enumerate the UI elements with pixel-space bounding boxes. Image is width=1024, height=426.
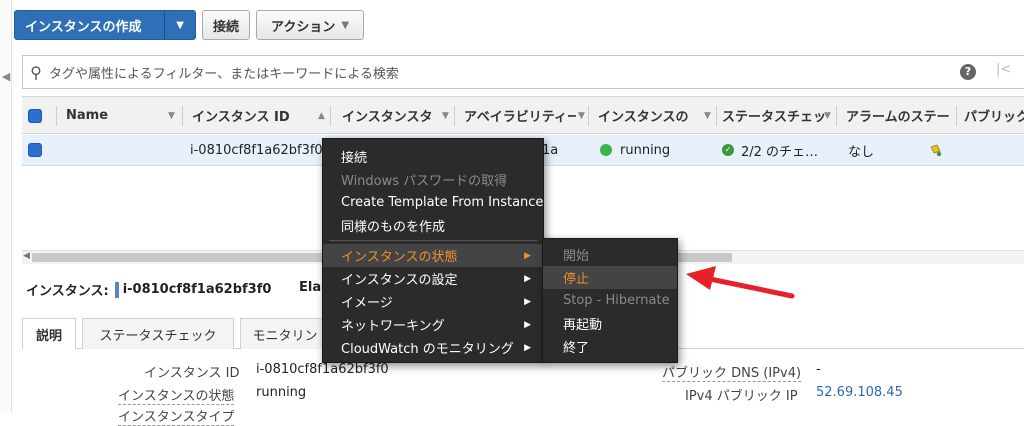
chevron-down-icon[interactable]: ▼ [164, 11, 195, 39]
column-instance-id-label: インスタンス ID [192, 110, 290, 125]
label-public-ip: IPv4 パブリック IP [685, 389, 798, 404]
column-alarm-label: アラームのステー [846, 110, 950, 125]
create-instance-button[interactable]: インスタンスの作成 ▼ [14, 10, 196, 40]
menu-item-instance-state-label: インスタンスの状態 [341, 250, 458, 265]
tab-description[interactable]: 説明 [22, 318, 76, 349]
sort-icon[interactable]: ▼ [578, 97, 585, 134]
column-name-label: Name [66, 108, 109, 123]
menu-item-connect[interactable]: 接続 [323, 145, 543, 168]
cell-status-check: ✓ 2/2 のチェ… [722, 135, 818, 165]
column-instance-type-label: インスタンスタ [342, 110, 433, 125]
menu-item-networking[interactable]: ネットワーキング ▶ [323, 313, 543, 336]
instance-state-submenu: 開始 停止 Stop - Hibernate 再起動 終了 [542, 238, 678, 363]
menu-item-cloudwatch-label: CloudWatch のモニタリング [341, 342, 514, 357]
sort-icon[interactable]: ▼ [442, 97, 449, 134]
menu-item-image[interactable]: イメージ ▶ [323, 290, 543, 313]
menu-item-windows-password: Windows パスワードの取得 [341, 174, 508, 189]
menu-item-instance-settings-label: インスタンスの設定 [341, 273, 458, 288]
submenu-item-start: 開始 [563, 249, 590, 264]
check-icon: ✓ [722, 144, 734, 156]
menu-item-create-template[interactable]: Create Template From Instance [323, 191, 543, 214]
menu-item-cloudwatch[interactable]: CloudWatch のモニタリング ▶ [323, 336, 543, 359]
actions-button[interactable]: アクション ▼ [256, 10, 364, 40]
cell-state-label: running [620, 142, 671, 158]
submenu-item-terminate[interactable]: 終了 [543, 335, 677, 358]
column-header-instance-type[interactable]: インスタンスタ [342, 97, 450, 134]
detail-instance-id: i-0810cf8f1a62bf3f0 [122, 282, 272, 297]
column-status-check-label: ステータスチェッ [722, 110, 827, 125]
search-icon: ⚲ [30, 62, 42, 82]
menu-item-launch-more-like-this[interactable]: 同様のものを作成 [323, 214, 543, 237]
collapse-left-icon[interactable]: ◀ [0, 70, 12, 83]
cell-state: running [600, 135, 670, 165]
menu-item-instance-state[interactable]: インスタンスの状態 ▶ [323, 244, 543, 267]
sort-icon[interactable]: ▼ [704, 97, 711, 134]
submenu-arrow-icon: ▶ [524, 319, 531, 330]
label-instance-type: インスタンスタイプ [118, 406, 235, 426]
tab-monitoring[interactable]: モニタリン [240, 318, 330, 349]
context-menu: 接続 Windows パスワードの取得 Create Template From… [322, 138, 544, 363]
table-header: Name ▼ インスタンス ID ▲ インスタンスタ ▼ アベイラビリティー ▼… [22, 96, 1024, 134]
column-public-label: パブリック [964, 110, 1024, 125]
value-instance-id: i-0810cf8f1a62bf3f0 [256, 362, 389, 377]
sort-ascending-icon[interactable]: ▲ [318, 97, 325, 134]
column-az-label: アベイラビリティー [464, 110, 576, 125]
submenu-item-stop[interactable]: 停止 [543, 266, 677, 289]
cell-status-check-label: 2/2 のチェ… [741, 144, 819, 160]
tab-status-check[interactable]: ステータスチェック [82, 318, 234, 349]
column-header-alarm[interactable]: アラームのステー [846, 97, 956, 134]
running-status-icon [600, 144, 612, 156]
cell-alarm: なし [848, 144, 875, 160]
column-header-public[interactable]: パブリック [964, 97, 1024, 134]
sort-icon[interactable]: ▼ [824, 97, 831, 134]
submenu-item-stop-hibernate: Stop - Hibernate [563, 293, 670, 308]
cell-instance-id: i-0810cf8f1a62bf3f0 [190, 142, 323, 158]
submenu-arrow-icon: ▶ [524, 273, 531, 284]
detail-title: インスタンス: i-0810cf8f1a62bf3f0 [26, 280, 271, 299]
cell-az: 1a [542, 142, 559, 158]
side-panel-toggle[interactable]: ◀ [0, 0, 12, 413]
detail-title-label: インスタンス: [26, 284, 109, 299]
first-page-icon[interactable]: |< [996, 62, 1011, 77]
help-icon[interactable]: ? [960, 64, 976, 80]
label-instance-id: インスタンス ID [144, 366, 240, 381]
chevron-down-icon: ▼ [341, 19, 350, 31]
column-header-az[interactable]: アベイラビリティー [464, 97, 576, 134]
column-state-label: インスタンスの [598, 110, 689, 125]
scroll-left-icon[interactable]: ◀ [23, 251, 30, 261]
row-checkbox[interactable] [28, 135, 42, 165]
select-all-checkbox[interactable] [28, 97, 42, 134]
instance-color-bar [114, 281, 119, 298]
submenu-arrow-icon: ▶ [524, 342, 531, 353]
column-header-instance-id[interactable]: インスタンス ID [192, 97, 322, 134]
menu-item-networking-label: ネットワーキング [341, 319, 445, 334]
column-header-status-check[interactable]: ステータスチェッ [722, 97, 836, 134]
annotation-arrow-icon [686, 266, 795, 299]
sort-icon[interactable]: ▼ [168, 97, 175, 134]
submenu-item-reboot[interactable]: 再起動 [543, 312, 677, 335]
alarm-bell-icon[interactable] [928, 135, 942, 165]
menu-item-image-label: イメージ [341, 296, 393, 311]
submenu-arrow-icon: ▶ [524, 250, 531, 261]
menu-item-instance-settings[interactable]: インスタンスの設定 ▶ [323, 267, 543, 290]
search-input[interactable]: ⚲ タグや属性によるフィルター、またはキーワードによる検索 [22, 55, 1024, 89]
label-public-dns: パブリック DNS (IPv4) [662, 362, 802, 382]
submenu-arrow-icon: ▶ [524, 296, 531, 307]
value-public-ip[interactable]: 52.69.108.45 [816, 385, 903, 400]
connect-button[interactable]: 接続 [202, 10, 250, 40]
value-public-dns: - [816, 362, 821, 377]
create-instance-label[interactable]: インスタンスの作成 [15, 16, 164, 35]
actions-label[interactable]: アクション [271, 16, 335, 35]
search-placeholder: タグや属性によるフィルター、またはキーワードによる検索 [49, 66, 399, 82]
label-instance-state: インスタンスの状態 [118, 385, 235, 405]
value-instance-state: running [256, 385, 307, 400]
column-header-state[interactable]: インスタンスの [598, 97, 706, 134]
